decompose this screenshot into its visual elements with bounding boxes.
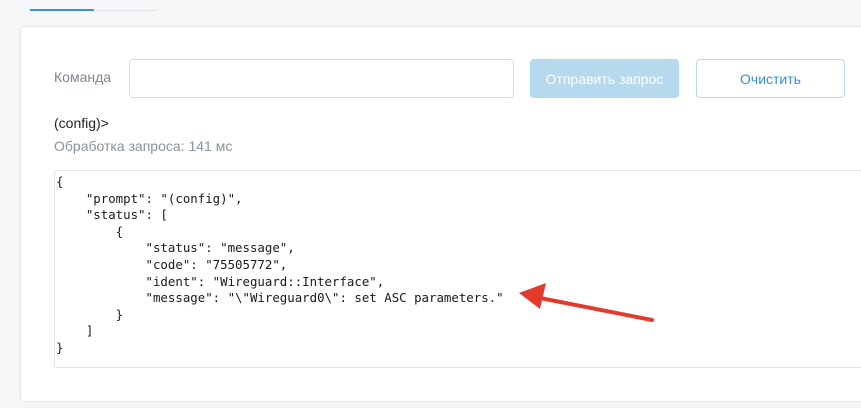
send-request-button[interactable]: Отправить запрос xyxy=(530,59,679,98)
tab-inactive[interactable] xyxy=(94,10,156,11)
prompt-text: (config)> xyxy=(54,115,109,131)
request-timing: Обработка запроса: 141 мс xyxy=(54,138,232,154)
cli-panel: Команда Отправить запрос Очистить (confi… xyxy=(20,26,861,402)
timing-unit: мс xyxy=(215,138,233,154)
tab-bar xyxy=(30,0,156,11)
tab-active-indicator[interactable] xyxy=(30,9,94,11)
command-input[interactable] xyxy=(129,59,514,98)
command-label: Команда xyxy=(54,69,112,85)
timing-prefix: Обработка запроса: xyxy=(54,138,185,154)
response-output[interactable]: { "prompt": "(config)", "status": [ { "s… xyxy=(54,170,861,368)
clear-button[interactable]: Очистить xyxy=(696,59,845,98)
timing-value: 141 xyxy=(188,138,212,154)
response-json: { "prompt": "(config)", "status": [ { "s… xyxy=(56,174,504,355)
